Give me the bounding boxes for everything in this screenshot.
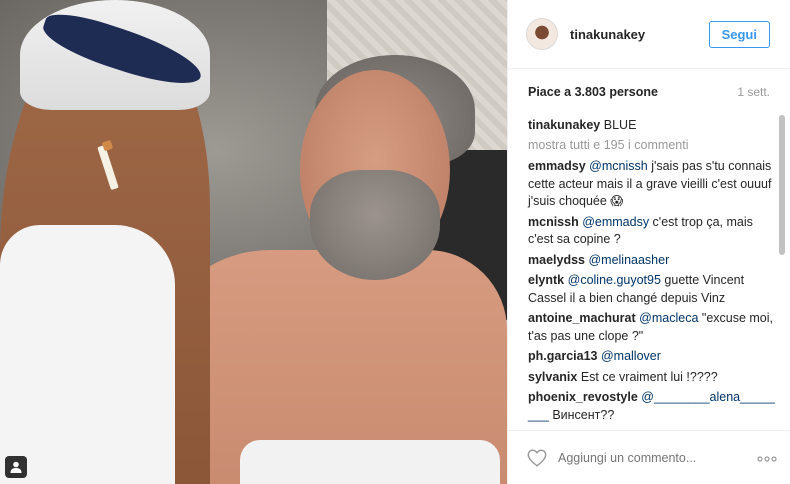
comments-list[interactable]: tinakunakey BLUE mostra tutti e 195 i co… — [508, 115, 790, 430]
comment-mention[interactable]: @coline.guyot95 — [568, 273, 661, 287]
comment-username[interactable]: emmadsy — [528, 159, 586, 173]
comment-username[interactable]: sylvanix — [528, 370, 577, 384]
comments-scrollbar[interactable] — [778, 115, 786, 430]
photo-man-beard — [310, 170, 440, 280]
avatar[interactable] — [526, 18, 558, 50]
list-item: ph.garcia13 @mallover — [528, 348, 777, 366]
more-dots-icon — [757, 455, 777, 462]
comment-mention[interactable]: @emmadsy — [582, 215, 649, 229]
post-sidebar: tinakunakey Segui Piace a 3.803 persone … — [507, 0, 790, 484]
post-header: tinakunakey Segui — [508, 0, 790, 69]
post-viewer: tinakunakey Segui Piace a 3.803 persone … — [0, 0, 790, 484]
scrollbar-thumb[interactable] — [779, 115, 785, 255]
post-footer — [508, 430, 790, 484]
list-item: emmadsy @mcnissh j'sais pas s'tu connais… — [528, 158, 777, 211]
likes-count[interactable]: Piace a 3.803 persone — [528, 85, 658, 99]
post-photo[interactable] — [0, 0, 507, 484]
load-more-comments[interactable]: mostra tutti e 195 i commenti — [528, 138, 777, 152]
follow-button[interactable]: Segui — [708, 20, 770, 48]
comment-mention[interactable]: @mallover — [601, 349, 661, 363]
post-caption: tinakunakey BLUE — [528, 117, 777, 134]
comment-username[interactable]: mcnissh — [528, 215, 579, 229]
photo-woman-top — [0, 225, 175, 484]
caption-text: BLUE — [603, 118, 637, 132]
comment-mention[interactable]: @macleca — [639, 311, 698, 325]
comment-username[interactable]: phoenix_revostyle — [528, 390, 638, 404]
comment-username[interactable]: maelydss — [528, 253, 585, 267]
more-options-icon[interactable] — [757, 449, 777, 467]
comment-username[interactable]: elyntk — [528, 273, 564, 287]
list-item: maelydss @melinaasher — [528, 252, 777, 270]
list-item: antoine_machurat @macleca "excuse moi, t… — [528, 310, 777, 345]
comment-text: Винсент?? — [548, 407, 615, 422]
comment-mention[interactable]: @melinaasher — [588, 253, 669, 267]
heart-icon[interactable] — [526, 447, 548, 469]
list-item: sylvanix Est ce vraiment lui !???? — [528, 369, 777, 387]
post-time[interactable]: 1 sett. — [737, 85, 770, 99]
list-item: mcnissh @emmadsy c'est trop ça, mais c'e… — [528, 214, 777, 249]
comment-text: Est ce vraiment lui !???? — [580, 369, 718, 384]
caption-username[interactable]: tinakunakey — [528, 118, 600, 132]
post-username[interactable]: tinakunakey — [570, 27, 709, 42]
comment-input[interactable] — [558, 450, 757, 465]
comment-mention[interactable]: @mcnissh — [589, 159, 648, 173]
list-item: elyntk @coline.guyot95 guette Vincent Ca… — [528, 272, 777, 307]
post-meta: Piace a 3.803 persone 1 sett. — [508, 69, 790, 115]
list-item: phoenix_revostyle @________alena_____ __… — [528, 389, 777, 424]
comment-username[interactable]: antoine_machurat — [528, 311, 636, 325]
user-tag-icon[interactable] — [5, 456, 27, 478]
photo-towel — [240, 440, 500, 484]
comment-username[interactable]: ph.garcia13 — [528, 349, 597, 363]
